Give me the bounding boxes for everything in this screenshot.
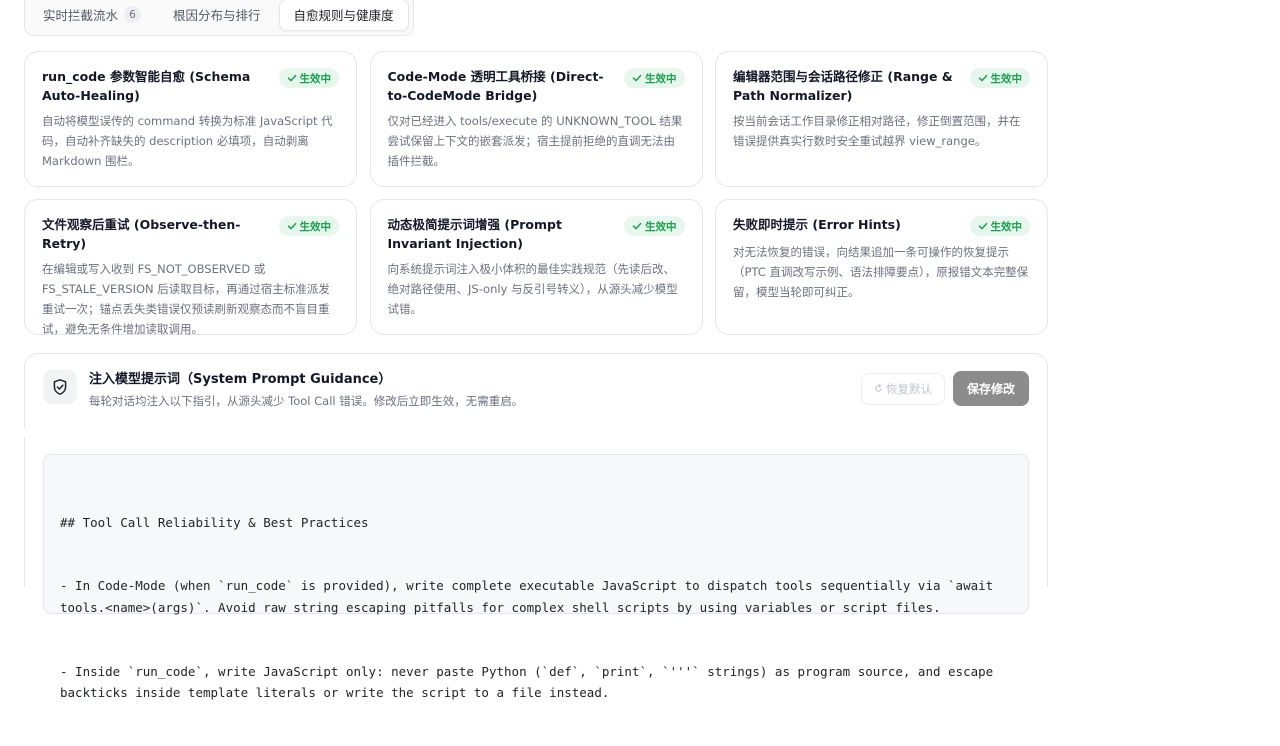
tab-bar: 实时拦截流水 6 根因分布与排行 自愈规则与健康度	[24, 0, 414, 36]
rule-description: 对无法恢复的错误，向结果追加一条可操作的恢复提示（PTC 直调改写示例、语法排障…	[733, 245, 1029, 299]
rule-card: 动态极简提示词增强 (Prompt Invariant Injection) 生…	[369, 199, 703, 335]
guidance-title: 注入模型提示词（System Prompt Guidance）	[89, 372, 392, 387]
status-badge: 生效中	[969, 68, 1030, 88]
guidance-subtitle: 每轮对话均注入以下指引，从源头减少 Tool Call 错误。修改后立即生效，无…	[89, 394, 524, 408]
prompt-editor-textarea[interactable]: ## Tool Call Reliability & Best Practice…	[43, 454, 1029, 700]
tab-realtime-intercept[interactable]: 实时拦截流水 6	[29, 0, 155, 31]
status-badge: 生效中	[624, 68, 685, 88]
status-badge: 生效中	[278, 68, 339, 88]
rule-card: 编辑器范围与会话路径修正 (Range & Path Normalizer) 生…	[715, 51, 1048, 187]
rule-card: run_code 参数智能自愈 (Schema Auto-Healing) 生效…	[24, 51, 357, 187]
rule-title: 编辑器范围与会话路径修正 (Range & Path Normalizer)	[733, 69, 953, 103]
count-badge: 6	[124, 6, 142, 23]
rule-title: 文件观察后重试 (Observe-then-Retry)	[42, 217, 241, 251]
rule-title: Code-Mode 透明工具桥接 (Direct-to-CodeMode Bri…	[387, 69, 604, 103]
prompt-editor-container: ## Tool Call Reliability & Best Practice…	[24, 437, 1048, 700]
rule-card-grid: run_code 参数智能自愈 (Schema Auto-Healing) 生效…	[24, 51, 1048, 336]
rule-title: run_code 参数智能自愈 (Schema Auto-Healing)	[42, 69, 251, 103]
code-line: - Inside `run_code`, write JavaScript on…	[60, 663, 1001, 700]
status-badge: 生效中	[624, 216, 685, 236]
shield-check-icon	[43, 370, 77, 404]
status-badge: 生效中	[969, 216, 1030, 236]
rule-description: 自动将模型误传的 command 转换为标准 JavaScript 代码，自动补…	[42, 114, 333, 168]
reset-default-button[interactable]: 恢复默认	[860, 372, 945, 405]
check-icon	[632, 222, 642, 230]
panel-border	[1047, 428, 1048, 437]
check-icon	[287, 222, 296, 230]
status-badge: 生效中	[278, 216, 339, 236]
code-line: ## Tool Call Reliability & Best Practice…	[60, 514, 369, 530]
rule-card: 失败即时提示 (Error Hints) 生效中 对无法恢复的错误，向结果追加一…	[715, 199, 1048, 335]
rule-description: 向系统提示词注入极小体积的最佳实践规范（先读后改、绝对路径使用、JS-only …	[387, 262, 678, 316]
code-line: - In Code-Mode (when `run_code` is provi…	[60, 578, 1001, 615]
rule-card: 文件观察后重试 (Observe-then-Retry) 生效中 在编辑或写入收…	[24, 199, 357, 336]
reset-icon	[875, 384, 882, 392]
check-icon	[978, 222, 987, 230]
rule-description: 按当前会话工作目录修正相对路径，修正倒置范围，并在错误提供真实行数时安全重试越界…	[733, 114, 1021, 148]
rule-title: 动态极简提示词增强 (Prompt Invariant Injection)	[387, 217, 562, 251]
tab-label: 自愈规则与健康度	[293, 8, 394, 23]
check-icon	[632, 74, 642, 82]
rule-description: 仅对已经进入 tools/execute 的 UNKNOWN_TOOL 结果尝试…	[387, 114, 683, 168]
tab-label: 实时拦截流水	[43, 8, 119, 23]
rule-title: 失败即时提示 (Error Hints)	[733, 217, 901, 232]
check-icon	[287, 74, 296, 82]
tab-label: 根因分布与排行	[173, 8, 261, 23]
prompt-guidance-panel: 注入模型提示词（System Prompt Guidance） 每轮对话均注入以…	[24, 353, 1048, 428]
save-changes-button[interactable]: 保存修改	[952, 371, 1029, 406]
check-icon	[978, 74, 987, 82]
tab-root-cause[interactable]: 根因分布与排行	[159, 0, 275, 31]
tab-healing-rules[interactable]: 自愈规则与健康度	[278, 0, 409, 31]
rule-description: 在编辑或写入收到 FS_NOT_OBSERVED 或 FS_STALE_VERS…	[42, 262, 330, 336]
rule-card: Code-Mode 透明工具桥接 (Direct-to-CodeMode Bri…	[369, 51, 703, 187]
